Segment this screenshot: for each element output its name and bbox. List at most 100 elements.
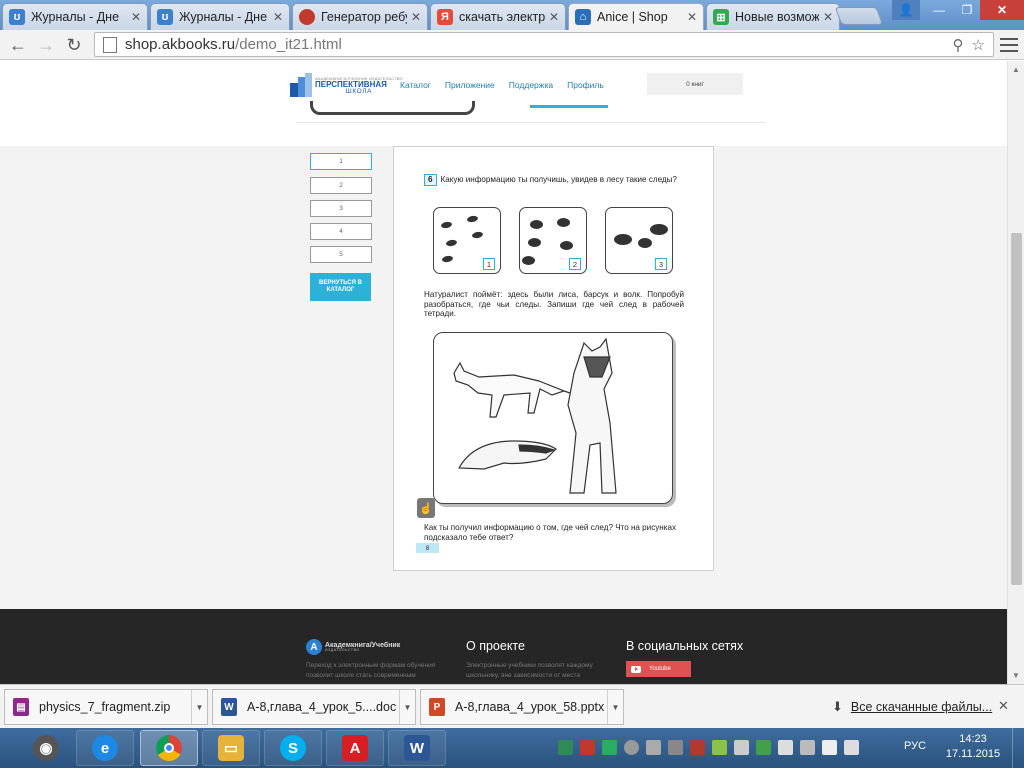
download-item-doc[interactable]: W А-8,глава_4_урок_5....doc ▼	[212, 689, 416, 725]
tab-journals-2[interactable]: ʊ Журналы - Дне ✕	[150, 3, 290, 30]
logo-sub-text: ШКОЛА	[345, 87, 373, 95]
perspective-school-logo-icon	[290, 73, 312, 99]
scrollbar-thumb[interactable]	[1011, 233, 1022, 585]
tray-camera-icon[interactable]	[778, 740, 793, 755]
close-tab-icon[interactable]: ✕	[273, 10, 283, 24]
tray-alert-icon[interactable]	[690, 740, 705, 755]
scroll-down-arrow-icon[interactable]: ▼	[1012, 671, 1020, 680]
akademkniga-logo-icon: A	[306, 639, 322, 655]
address-url[interactable]: shop.akbooks.ru/demo_it21.html	[125, 36, 953, 53]
wolf-drawing	[567, 337, 617, 494]
download-menu-arrow-icon[interactable]: ▼	[607, 690, 623, 724]
taskbar-internet-explorer[interactable]: e	[76, 730, 134, 766]
footer-logo[interactable]: A Академкнига/Учебник ИЗДАТЕЛЬСТВО	[306, 639, 400, 655]
tray-flag-icon[interactable]	[800, 740, 815, 755]
minimize-window-button[interactable]: —	[924, 0, 954, 20]
page-button-2[interactable]: 2	[310, 177, 372, 194]
winrar-icon: ▤	[13, 698, 29, 716]
return-to-catalog-button[interactable]: ВЕРНУТЬСЯ В КАТАЛОГ	[310, 273, 371, 301]
close-tab-icon[interactable]: ✕	[411, 10, 421, 24]
taskbar-acrobat[interactable]: A	[326, 730, 384, 766]
all-downloads-link[interactable]: ⬇ Все скачанные файлы...	[832, 699, 992, 715]
tracks-label-1: 1	[483, 258, 495, 270]
page-button-3[interactable]: 3	[310, 200, 372, 217]
taskbar-word[interactable]: W	[388, 730, 446, 766]
rebus-favicon-icon	[299, 9, 315, 25]
site-logo[interactable]: АКАДЕМКНИГА/УЧЕБНИК ИЗДАТЕЛЬСТВО ПЕРСПЕК…	[290, 73, 403, 99]
user-profile-icon[interactable]: 👤	[892, 0, 920, 20]
nav-profile-link[interactable]: Профиль	[567, 80, 604, 90]
nav-app-link[interactable]: Приложение	[445, 80, 495, 90]
tray-nvidia-icon[interactable]	[756, 740, 771, 755]
zoom-icon[interactable]: ⚲	[953, 36, 964, 54]
close-tab-icon[interactable]: ✕	[823, 10, 833, 24]
close-tab-icon[interactable]: ✕	[549, 10, 559, 24]
footer-about-heading: О проекте	[466, 639, 525, 653]
word-doc-icon: W	[221, 698, 237, 716]
taskbar-chrome[interactable]	[140, 730, 198, 766]
tray-app-icon[interactable]	[558, 740, 573, 755]
close-tab-icon[interactable]: ✕	[687, 10, 697, 24]
footer-about-text: Электронные учебники позволят каждому шк…	[466, 662, 593, 679]
textbook-page: 6 Какую информацию ты получишь, увидев в …	[393, 146, 714, 571]
badger-drawing	[458, 440, 557, 470]
speaker-app-icon: ◉	[33, 735, 59, 761]
tray-monitor-icon[interactable]	[668, 740, 683, 755]
page-scrollbar[interactable]: ▲ ▼	[1007, 61, 1024, 684]
taskbar-file-explorer[interactable]: ▭	[202, 730, 260, 766]
page-button-4[interactable]: 4	[310, 223, 372, 240]
tab-title: Новые возмож	[735, 10, 819, 24]
tray-sync-icon[interactable]	[624, 740, 639, 755]
header-divider	[296, 122, 766, 123]
download-menu-arrow-icon[interactable]: ▼	[399, 690, 415, 724]
language-indicator[interactable]: РУС	[904, 740, 926, 752]
close-window-button[interactable]: ✕	[980, 0, 1024, 20]
reload-icon[interactable]: ↻	[62, 34, 86, 56]
address-bar[interactable]: shop.akbooks.ru/demo_it21.html ⚲ ☆	[94, 32, 994, 57]
browser-tab-strip: ʊ Журналы - Дне ✕ ʊ Журналы - Дне ✕ Гене…	[0, 0, 1024, 30]
close-tab-icon[interactable]: ✕	[131, 10, 141, 24]
tray-display-icon[interactable]	[734, 740, 749, 755]
tab-anice-shop[interactable]: ⌂ Anice | Shop ✕	[568, 3, 704, 30]
clock-date: 17.11.2015	[945, 748, 1001, 760]
close-download-shelf-icon[interactable]: ✕	[998, 698, 1009, 714]
page-button-1[interactable]: 1	[310, 153, 372, 170]
bookmark-star-icon[interactable]: ☆	[972, 36, 985, 54]
word-icon: W	[404, 735, 430, 761]
footer-logo-sub: ИЗДАТЕЛЬСТВО	[325, 647, 360, 652]
chrome-menu-icon[interactable]	[1000, 36, 1018, 54]
nav-accent-bar	[530, 105, 608, 108]
tab-new-features[interactable]: ⊞ Новые возмож ✕	[706, 3, 840, 30]
page-button-5[interactable]: 5	[310, 246, 372, 263]
tray-window-icon[interactable]	[646, 740, 661, 755]
taskbar-speaker-app[interactable]: ◉	[22, 730, 70, 766]
nav-support-link[interactable]: Поддержка	[509, 80, 553, 90]
download-item-pptx[interactable]: P А-8,глава_4_урок_58.pptx ▼	[420, 689, 624, 725]
footer-social-heading: В социальных сетях	[626, 639, 744, 653]
tab-rebus-generator[interactable]: Генератор ребу ✕	[292, 3, 428, 30]
download-item-zip[interactable]: ▤ physics_7_fragment.zip ▼	[4, 689, 208, 725]
forward-arrow-icon[interactable]: →	[34, 34, 58, 56]
tab-journals-1[interactable]: ʊ Журналы - Дне ✕	[2, 3, 148, 30]
url-domain: shop.akbooks.ru	[125, 36, 236, 53]
back-arrow-icon[interactable]: ←	[6, 34, 30, 56]
page-viewport: АКАДЕМКНИГА/УЧЕБНИК ИЗДАТЕЛЬСТВО ПЕРСПЕК…	[0, 61, 1007, 684]
tray-volume-icon[interactable]	[844, 740, 859, 755]
youtube-button[interactable]: Youtube	[626, 661, 691, 677]
tray-check-icon[interactable]	[602, 740, 617, 755]
tray-app-icon[interactable]	[580, 740, 595, 755]
cart-summary[interactable]: 0 книг	[647, 73, 743, 95]
nav-catalog-link[interactable]: Каталог	[400, 80, 431, 90]
tray-battery-icon[interactable]	[712, 740, 727, 755]
scroll-up-arrow-icon[interactable]: ▲	[1012, 65, 1020, 74]
system-clock[interactable]: 14:23 17.11.2015	[942, 732, 1004, 762]
tracks-image-2: 2	[519, 207, 587, 274]
maximize-window-button[interactable]: ❐	[954, 0, 980, 20]
show-desktop-button[interactable]	[1012, 728, 1024, 768]
download-menu-arrow-icon[interactable]: ▼	[191, 690, 207, 724]
download-filename: А-8,глава_4_урок_58.pptx	[455, 700, 605, 714]
tab-yandex-search[interactable]: Я скачать электр ✕	[430, 3, 566, 30]
new-tab-button[interactable]	[834, 7, 884, 25]
taskbar-skype[interactable]: S	[264, 730, 322, 766]
tray-network-icon[interactable]	[822, 740, 837, 755]
